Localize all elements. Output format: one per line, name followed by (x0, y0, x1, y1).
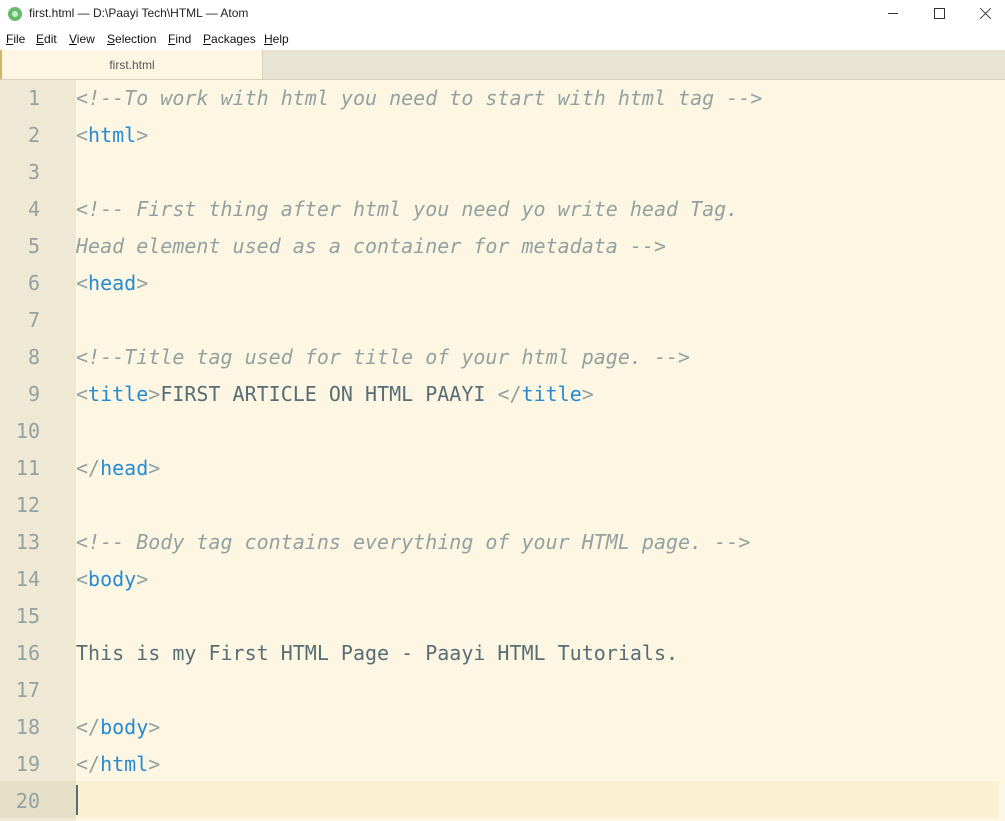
code-line-4: <!-- First thing after html you need yo … (76, 197, 739, 221)
code-line-19: </html> (76, 752, 161, 776)
code-line-9: <title>FIRST ARTICLE ON HTML PAAYI </tit… (76, 382, 594, 406)
line-number: 11 (15, 456, 40, 480)
line-number: 3 (27, 160, 40, 184)
line-number: 13 (15, 530, 40, 554)
tab-first-html[interactable]: first.html (0, 50, 263, 79)
line-number: 19 (15, 752, 40, 776)
line-number: 16 (15, 641, 40, 665)
atom-logo-icon (8, 7, 22, 21)
menu-help[interactable]: Help (264, 32, 289, 46)
maximize-icon (934, 8, 945, 19)
line-number: 17 (15, 678, 40, 702)
editor-pane[interactable]: 1 2 3 4 5 6 7 8 9 10 11 12 13 14 15 16 1… (0, 80, 1005, 821)
line-number: 6 (27, 271, 40, 295)
line-number: 15 (15, 604, 40, 628)
text-cursor (76, 785, 78, 815)
line-number: 20 (15, 789, 40, 813)
close-button[interactable] (962, 0, 1005, 28)
code-line-1: <!--To work with html you need to start … (76, 86, 763, 110)
minimize-button[interactable] (870, 0, 916, 28)
tab-label: first.html (109, 58, 155, 72)
minimize-icon (888, 13, 898, 14)
line-number: 12 (15, 493, 40, 517)
line-number: 7 (27, 308, 40, 332)
menu-packages[interactable]: Packages (203, 32, 256, 46)
code-line-6: <head> (76, 271, 149, 295)
line-number: 4 (27, 197, 40, 221)
tab-bar: first.html (0, 50, 1005, 80)
line-number: 18 (15, 715, 40, 739)
code-line-11: </head> (76, 456, 161, 480)
menu-bar: File Edit View Selection Find Packages H… (0, 28, 1005, 51)
code-line-18: </body> (76, 715, 161, 739)
line-number: 10 (15, 419, 40, 443)
code-line-14: <body> (76, 567, 149, 591)
code-line-13: <!-- Body tag contains everything of you… (76, 530, 751, 554)
line-number: 8 (27, 345, 40, 369)
line-number: 1 (27, 86, 40, 110)
close-icon (979, 7, 992, 20)
line-number: 5 (27, 234, 40, 258)
menu-file[interactable]: File (6, 32, 25, 46)
code-line-8: <!--Title tag used for title of your htm… (76, 345, 691, 369)
menu-find[interactable]: Find (168, 32, 191, 46)
line-number: 9 (27, 382, 40, 406)
window-title: first.html — D:\Paayi Tech\HTML — Atom (29, 6, 249, 20)
line-number: 2 (27, 123, 40, 147)
code-line-5: Head element used as a container for met… (76, 234, 667, 258)
menu-view[interactable]: View (69, 32, 95, 46)
cursor-line-highlight (76, 781, 998, 818)
menu-selection[interactable]: Selection (107, 32, 156, 46)
menu-edit[interactable]: Edit (36, 32, 57, 46)
title-bar: first.html — D:\Paayi Tech\HTML — Atom (0, 0, 1005, 28)
line-number: 14 (15, 567, 40, 591)
maximize-button[interactable] (916, 0, 962, 28)
code-line-2: <html> (76, 123, 149, 147)
code-line-16: This is my First HTML Page - Paayi HTML … (76, 641, 679, 665)
